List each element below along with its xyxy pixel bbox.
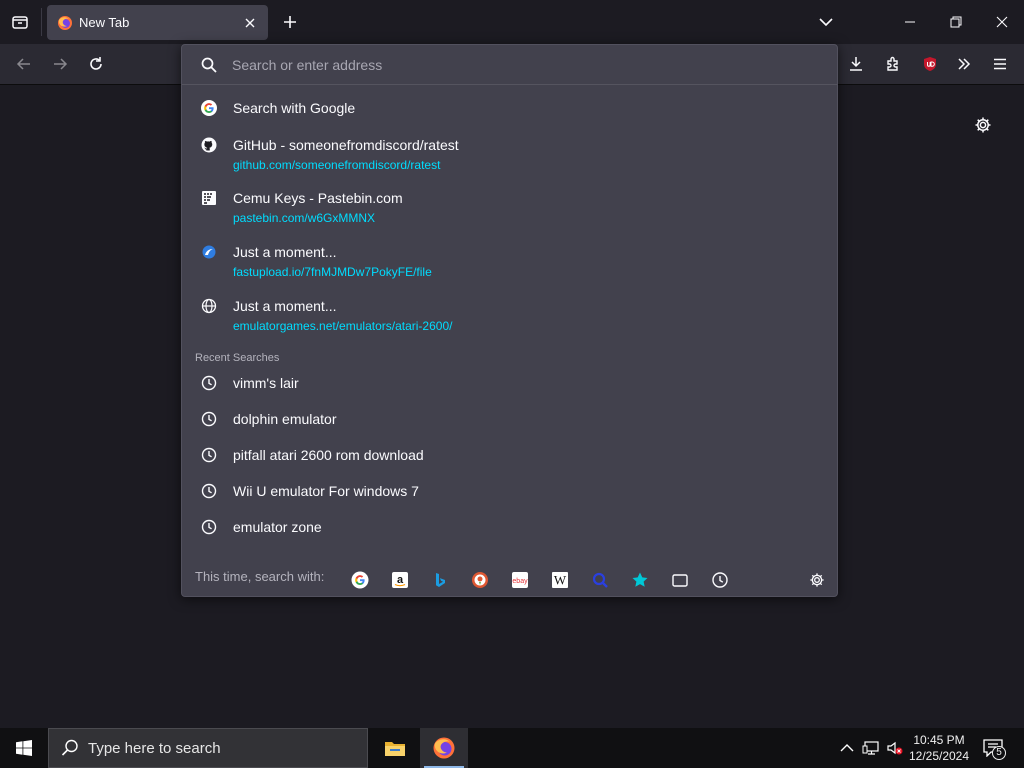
urlbar-popup: Search with Google GitHub - someonefromd… <box>181 44 838 597</box>
notification-count-badge: 5 <box>992 746 1006 760</box>
clock-icon <box>200 482 218 500</box>
tray-chevron-up-icon[interactable] <box>836 737 858 759</box>
result-title: Just a moment... <box>233 298 337 314</box>
recent-search-item[interactable]: vimm's lair <box>188 367 831 399</box>
clock-icon <box>200 374 218 392</box>
one-off-label: This time, search with: <box>195 569 325 584</box>
result-url: github.com/someonefromdiscord/ratest <box>233 158 441 172</box>
result-url: emulatorgames.net/emulators/atari-2600/ <box>233 319 453 333</box>
clock-icon <box>200 518 218 536</box>
recent-searches-heading: Recent Searches <box>195 352 280 364</box>
google-icon <box>200 99 218 117</box>
one-off-search-row: This time, search with: a ebay W <box>182 555 837 595</box>
overflow-chevrons-icon[interactable] <box>950 50 978 78</box>
firefox-view-icon[interactable] <box>4 6 36 38</box>
svg-text:ebay: ebay <box>512 578 528 585</box>
clock-icon <box>200 410 218 428</box>
taskbar-firefox-icon[interactable] <box>420 728 468 768</box>
result-title: GitHub - someonefromdiscord/ratest <box>233 137 459 153</box>
gear-icon[interactable] <box>970 112 996 138</box>
tab-separator <box>41 8 42 36</box>
hamburger-menu-icon[interactable] <box>986 50 1014 78</box>
taskbar-search-box[interactable]: Type here to search <box>48 728 368 768</box>
recent-search-text: dolphin emulator <box>233 411 337 427</box>
firefox-icon <box>57 15 73 31</box>
tab-strip: New Tab <box>0 0 1024 44</box>
recent-search-text: Wii U emulator For windows 7 <box>233 483 419 499</box>
clock-date: 12/25/2024 <box>908 749 970 763</box>
svg-text:a: a <box>397 574 404 586</box>
result-search-google[interactable]: Search with Google <box>188 91 831 125</box>
result-title: Just a moment... <box>233 244 337 260</box>
urlbar-input-row <box>182 45 837 85</box>
recent-search-text: pitfall atari 2600 rom download <box>233 447 424 463</box>
search-icon <box>60 738 80 758</box>
chevron-down-icon[interactable] <box>812 8 840 36</box>
result-title: Cemu Keys - Pastebin.com <box>233 190 403 206</box>
result-emulatorgames[interactable]: Just a moment... emulatorgames.net/emula… <box>188 289 831 339</box>
recent-search-text: vimm's lair <box>233 375 299 391</box>
globe-icon <box>200 297 218 315</box>
search-engine-icon[interactable] <box>585 565 615 595</box>
recent-search-text: emulator zone <box>233 519 322 535</box>
ebay-engine-icon[interactable]: ebay <box>505 565 535 595</box>
tray-clock[interactable]: 10:45 PM 12/25/2024 <box>902 732 976 764</box>
clock-icon <box>200 446 218 464</box>
windows-start-icon[interactable] <box>0 728 48 768</box>
search-icon <box>200 56 218 74</box>
network-icon[interactable] <box>860 737 882 759</box>
fastupload-icon <box>200 243 218 261</box>
download-icon[interactable] <box>842 50 870 78</box>
file-explorer-icon[interactable] <box>372 728 418 768</box>
wikipedia-engine-icon[interactable]: W <box>545 565 575 595</box>
extensions-puzzle-icon[interactable] <box>879 50 907 78</box>
clock-time: 10:45 PM <box>913 733 965 747</box>
duckduckgo-engine-icon[interactable] <box>465 565 495 595</box>
tabs-icon[interactable] <box>665 565 695 595</box>
history-clock-icon[interactable] <box>705 565 735 595</box>
taskbar-search-placeholder: Type here to search <box>88 739 221 757</box>
result-pastebin[interactable]: Cemu Keys - Pastebin.com pastebin.com/w6… <box>188 181 831 231</box>
google-engine-icon[interactable] <box>345 565 375 595</box>
recent-search-item[interactable]: Wii U emulator For windows 7 <box>188 475 831 507</box>
close-tab-icon[interactable] <box>240 13 260 33</box>
tab-title: New Tab <box>79 15 130 30</box>
search-settings-gear-icon[interactable] <box>802 565 832 595</box>
recent-search-item[interactable]: pitfall atari 2600 rom download <box>188 439 831 471</box>
result-title: Search with Google <box>233 100 356 116</box>
result-url: pastebin.com/w6GxMMNX <box>233 211 376 225</box>
recent-search-item[interactable]: dolphin emulator <box>188 403 831 435</box>
github-icon <box>200 136 218 154</box>
forward-arrow-icon[interactable] <box>46 50 74 78</box>
new-tab-plus-icon[interactable] <box>276 8 304 36</box>
window-close-icon[interactable] <box>980 4 1024 40</box>
restore-icon[interactable] <box>934 4 978 40</box>
result-url: fastupload.io/7fnMJMDw7PokyFE/file <box>233 265 432 279</box>
amazon-engine-icon[interactable]: a <box>385 565 415 595</box>
result-github[interactable]: GitHub - someonefromdiscord/ratest githu… <box>188 127 831 177</box>
svg-text:W: W <box>554 573 567 588</box>
bookmarks-star-icon[interactable] <box>625 565 655 595</box>
tab-new-tab[interactable]: New Tab <box>47 5 268 40</box>
recent-search-item[interactable]: emulator zone <box>188 511 831 543</box>
notification-center-icon[interactable]: 5 <box>980 736 1006 760</box>
windows-taskbar: Type here to search 10:45 PM 12/25/2024 … <box>0 728 1024 768</box>
address-input[interactable] <box>232 53 792 76</box>
bing-engine-icon[interactable] <box>425 565 455 595</box>
ublock-origin-icon[interactable] <box>916 50 944 78</box>
minimize-icon[interactable] <box>888 4 932 40</box>
reload-icon[interactable] <box>82 50 110 78</box>
back-arrow-icon[interactable] <box>10 50 38 78</box>
pastebin-icon <box>200 189 218 207</box>
result-fastupload[interactable]: Just a moment... fastupload.io/7fnMJMDw7… <box>188 235 831 285</box>
